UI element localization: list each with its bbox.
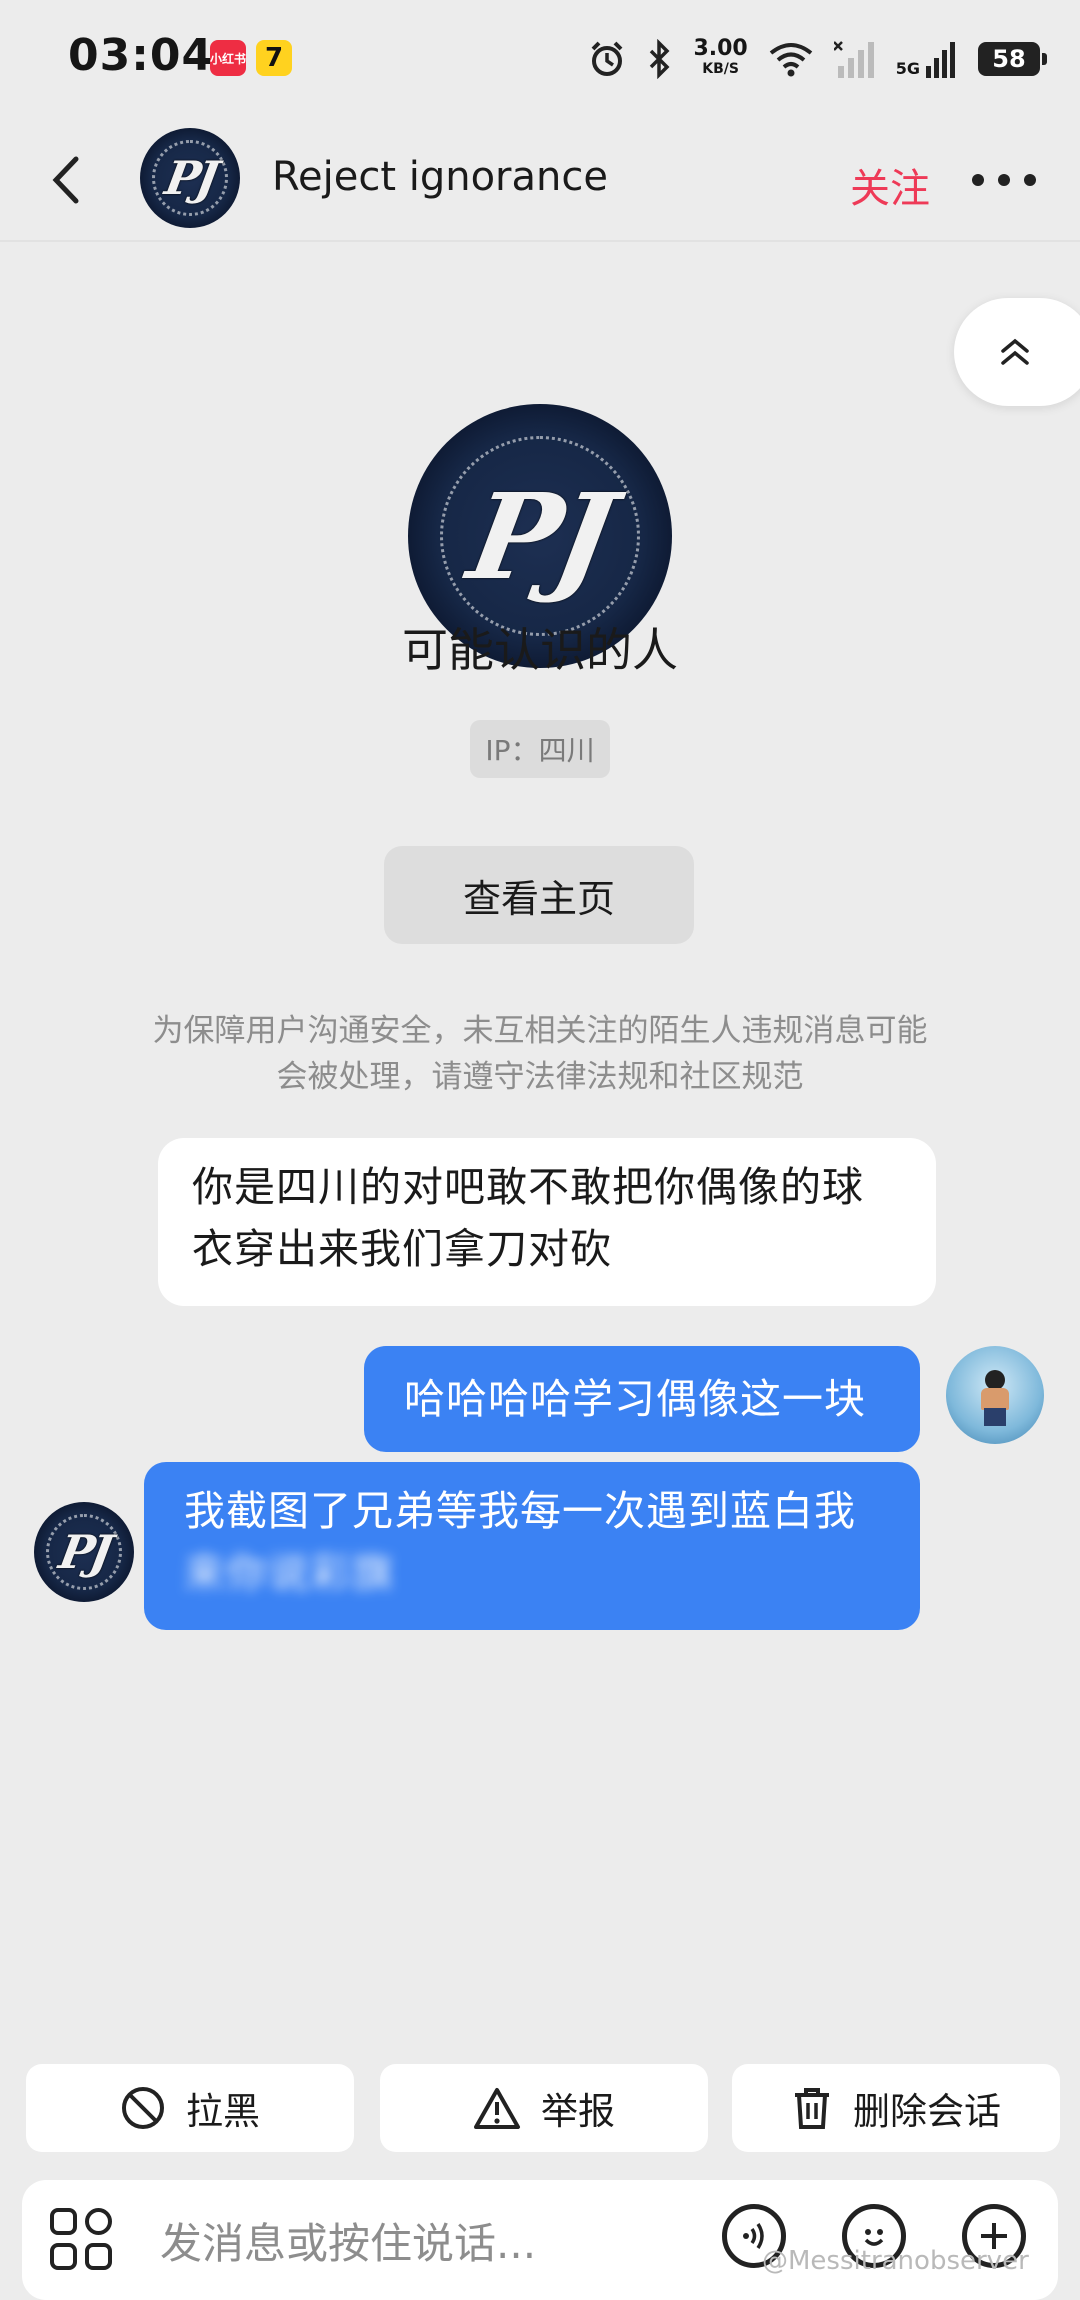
header-divider — [0, 240, 1080, 242]
my-avatar[interactable] — [946, 1346, 1044, 1444]
app-badge-xiaohongshu: 小红书 — [210, 40, 246, 76]
sender-avatar[interactable]: PJ — [34, 1502, 134, 1602]
message-text: 我截图了兄弟等我每一次遇到蓝白我 — [184, 1487, 856, 1535]
header-avatar[interactable]: PJ — [140, 128, 240, 228]
report-label: 举报 — [541, 2090, 615, 2133]
back-arrow-icon — [52, 156, 79, 204]
alarm-icon — [592, 41, 623, 76]
net-speed: 3.00 KB/S — [693, 36, 748, 78]
message-bubble-incoming[interactable]: 你是四川的对吧敢不敢把你偶像的球衣穿出来我们拿刀对砍 — [158, 1138, 936, 1306]
app-badge-seven: 7 — [256, 40, 292, 76]
bluetooth-icon — [650, 39, 670, 79]
avatar-monogram: PJ — [459, 466, 621, 606]
avatar-monogram: PJ — [161, 151, 219, 205]
block-button[interactable]: 拉黑 — [26, 2064, 354, 2152]
apps-grid-icon[interactable] — [50, 2208, 112, 2270]
message-input[interactable]: 发消息或按住说话... — [160, 2210, 536, 2271]
trash-icon — [795, 2088, 829, 2129]
wifi-icon — [769, 43, 812, 77]
avatar-figure — [979, 1370, 1011, 1426]
more-dots-icon — [972, 174, 984, 186]
message-bubble-outgoing[interactable]: 我截图了兄弟等我每一次遇到蓝白我 来你说彩旗 — [144, 1462, 920, 1630]
signal-weak-icon — [833, 41, 874, 78]
avatar-monogram: PJ — [55, 1525, 113, 1579]
status-time: 03:04 — [68, 30, 214, 81]
back-button[interactable] — [40, 150, 90, 210]
block-icon — [122, 2087, 164, 2129]
warning-icon — [474, 2088, 520, 2129]
delete-label: 删除会话 — [853, 2090, 1001, 2133]
profile-subtitle: 可能认识的人 — [402, 623, 678, 677]
watermark: @Messitranobserver — [762, 2246, 1029, 2276]
message-text-blurred: 来你说彩旗 — [184, 1549, 394, 1597]
block-label: 拉黑 — [186, 2090, 260, 2133]
status-icons: 3.00 KB/S 5G 58 — [587, 34, 1047, 84]
delete-conversation-button[interactable]: 删除会话 — [732, 2064, 1060, 2152]
ip-location-tag: IP：四川 — [470, 720, 610, 778]
follow-button[interactable]: 关注 — [850, 156, 930, 214]
safety-notice: 为保障用户沟通安全，未互相关注的陌生人违规消息可能会被处理，请遵守法律法规和社区… — [152, 1013, 928, 1095]
signal-5g-icon: 5G — [896, 40, 958, 78]
conversation-title[interactable]: Reject ignorance — [272, 154, 608, 200]
collapse-up-icon — [1001, 338, 1029, 365]
view-profile-button[interactable]: 查看主页 — [384, 846, 694, 944]
more-options-button[interactable] — [972, 170, 1036, 190]
collapse-button[interactable] — [954, 298, 1080, 406]
report-button[interactable]: 举报 — [380, 2064, 708, 2152]
message-bubble-outgoing[interactable]: 哈哈哈哈学习偶像这一块 — [364, 1346, 920, 1452]
battery-indicator: 58 — [978, 42, 1047, 76]
